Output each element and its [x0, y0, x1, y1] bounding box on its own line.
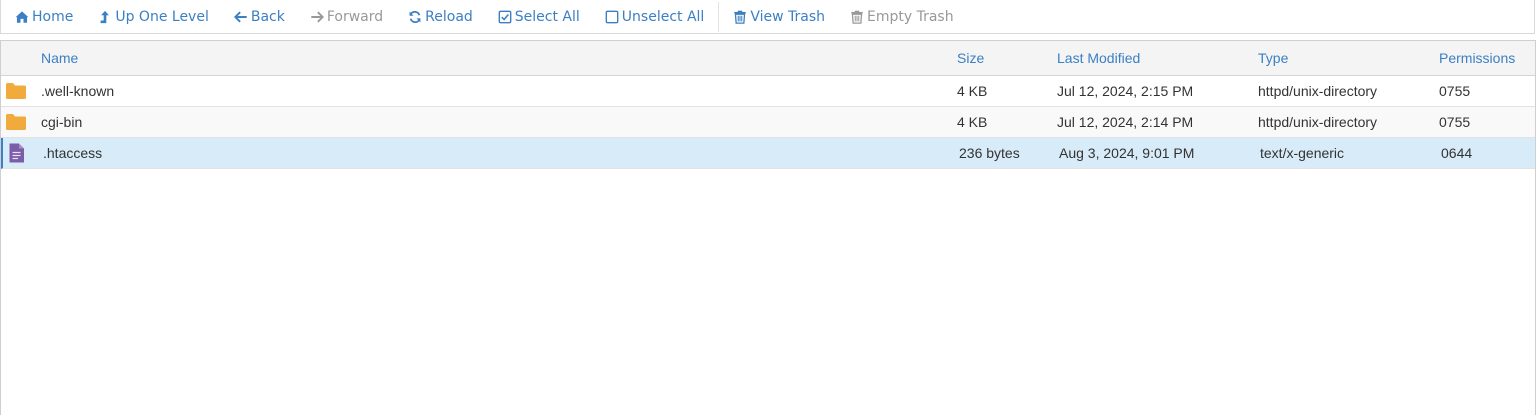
checkbox-checked-icon [498, 10, 512, 23]
refresh-icon [409, 10, 421, 23]
file-permissions: 0644 [1441, 145, 1473, 161]
file-size: 236 bytes [959, 145, 1020, 161]
file-list-header: Name Size Last Modified Type Permissions [1, 41, 1535, 76]
file-type: httpd/unix-directory [1258, 114, 1378, 130]
arrow-right-icon [311, 11, 324, 22]
column-header-last-modified[interactable]: Last Modified [1057, 41, 1140, 75]
file-type: httpd/unix-directory [1258, 83, 1378, 99]
home-icon [15, 10, 29, 23]
reload-label: Reload [425, 8, 473, 25]
trash-icon [851, 10, 863, 24]
file-text-icon [6, 138, 28, 168]
checkbox-empty-icon [605, 10, 619, 23]
unselect-all-label: Unselect All [621, 8, 705, 25]
file-last-modified: Jul 12, 2024, 2:14 PM [1057, 114, 1194, 130]
file-row-well-known[interactable]: .well-known 4 KB Jul 12, 2024, 2:15 PM h… [1, 76, 1535, 107]
folder-icon [5, 107, 27, 137]
view-trash-label: View Trash [750, 8, 825, 25]
up-one-level-label: Up One Level [115, 8, 209, 25]
trash-icon [734, 10, 747, 24]
file-list: Name Size Last Modified Type Permissions… [0, 40, 1536, 415]
reload-button[interactable]: Reload [408, 0, 473, 34]
home-label: Home [32, 8, 74, 25]
column-header-size[interactable]: Size [957, 41, 984, 75]
file-row-htaccess[interactable]: .htaccess 236 bytes Aug 3, 2024, 9:01 PM… [1, 138, 1535, 169]
forward-button[interactable]: Forward [310, 0, 383, 34]
view-trash-button[interactable]: View Trash [733, 0, 825, 34]
file-row-cgi-bin[interactable]: cgi-bin 4 KB Jul 12, 2024, 2:14 PM httpd… [1, 107, 1535, 138]
file-manager-toolbar: Home Up One Level Back Forward Reload Se… [0, 0, 1535, 34]
up-one-level-button[interactable]: Up One Level [98, 0, 209, 34]
select-all-button[interactable]: Select All [498, 0, 580, 34]
arrow-left-icon [233, 11, 247, 22]
back-button[interactable]: Back [233, 0, 285, 34]
file-size: 4 KB [957, 83, 988, 99]
file-name: .htaccess [43, 145, 103, 161]
toolbar-divider [718, 1, 720, 32]
file-permissions: 0755 [1439, 83, 1471, 99]
file-type: text/x-generic [1260, 145, 1345, 161]
column-header-permissions[interactable]: Permissions [1439, 41, 1515, 75]
column-header-name[interactable]: Name [41, 41, 78, 75]
select-all-label: Select All [514, 8, 580, 25]
file-name: cgi-bin [41, 114, 83, 130]
unselect-all-button[interactable]: Unselect All [605, 0, 705, 34]
level-up-icon [100, 10, 110, 23]
folder-icon [5, 76, 27, 106]
file-size: 4 KB [957, 114, 988, 130]
forward-label: Forward [326, 8, 384, 25]
back-label: Back [250, 8, 285, 25]
empty-trash-label: Empty Trash [867, 8, 954, 25]
empty-trash-button[interactable]: Empty Trash [850, 0, 954, 34]
file-last-modified: Jul 12, 2024, 2:15 PM [1057, 83, 1194, 99]
file-last-modified: Aug 3, 2024, 9:01 PM [1059, 145, 1195, 161]
column-header-type[interactable]: Type [1258, 41, 1288, 75]
file-name: .well-known [41, 83, 115, 99]
file-permissions: 0755 [1439, 114, 1471, 130]
home-button[interactable]: Home [15, 0, 73, 34]
